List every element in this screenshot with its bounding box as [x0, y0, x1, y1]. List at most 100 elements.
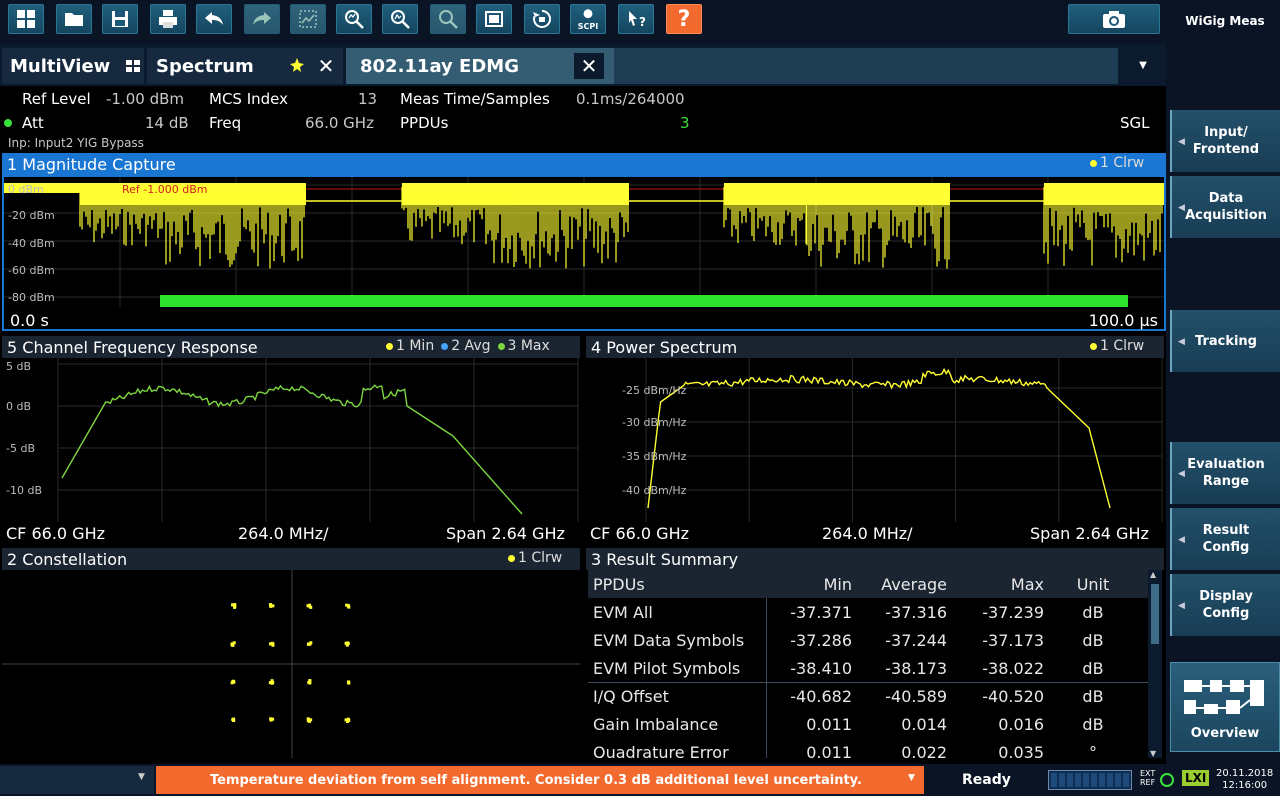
softkey-evaluation-range[interactable]: ◀ Evaluation Range — [1170, 442, 1280, 504]
undo-icon[interactable] — [196, 4, 232, 34]
scroll-down-icon[interactable]: ▼ — [1150, 749, 1156, 758]
ref-level-label: Ref Level — [22, 90, 91, 108]
row-average: -37.316 — [885, 602, 947, 622]
table-row[interactable]: EVM Pilot Symbols -38.410 -38.173 -38.02… — [588, 654, 1148, 682]
column-header: Min — [823, 574, 852, 594]
softkey-label: Tracking — [1195, 333, 1257, 349]
softkey-arrow-icon: ◀ — [1178, 137, 1185, 147]
window-title: 3 Result Summary — [591, 549, 739, 569]
row-unit: dB — [1082, 687, 1104, 706]
softkey-tracking[interactable]: ◀ Tracking — [1170, 310, 1280, 372]
windows-icon[interactable] — [8, 4, 44, 34]
meas-time-label: Meas Time/Samples — [400, 90, 550, 108]
trace-dot — [1090, 159, 1097, 167]
window-title: 4 Power Spectrum — [591, 337, 738, 357]
row-unit: dB — [1082, 630, 1104, 650]
overview-button[interactable]: Overview — [1170, 662, 1280, 752]
status-ready: Ready — [962, 772, 1011, 788]
toolbar: SCPI ? ? WiGig Meas — [0, 0, 1280, 44]
row-average: -40.589 — [885, 687, 947, 706]
screenshot-button[interactable] — [1068, 4, 1160, 34]
tab-spectrum[interactable]: Spectrum ✕ — [147, 48, 343, 84]
constellation-plot[interactable] — [2, 570, 580, 758]
svg-text:?: ? — [639, 15, 646, 29]
dropdown-icon[interactable]: ▼ — [138, 772, 145, 782]
column-divider — [766, 598, 767, 758]
ext-ref-icon — [1160, 773, 1174, 787]
help-button[interactable]: ? — [666, 4, 702, 34]
table-row[interactable]: Gain Imbalance 0.011 0.014 0.016 dB — [588, 710, 1148, 738]
status-time: 12:16:00 — [1222, 780, 1268, 791]
scrollbar-thumb[interactable] — [1151, 584, 1159, 644]
y-tick-label: -40 dBm/Hz — [622, 484, 687, 497]
zoom-off-icon[interactable] — [430, 4, 466, 34]
window-result-summary-title[interactable]: 3 Result Summary — [586, 548, 1164, 570]
trace-legend: 1 Clrw — [508, 550, 562, 566]
status-left-area[interactable]: ▼ — [0, 766, 154, 794]
y-tick-label: -40 dBm — [8, 237, 55, 250]
y-tick-label: -30 dBm/Hz — [622, 416, 687, 429]
zoom-result-icon[interactable] — [382, 4, 418, 34]
window-magnitude-capture-title[interactable]: 1 Magnitude Capture — [2, 153, 1166, 175]
sequence-icon[interactable] — [524, 4, 560, 34]
y-tick-label: -80 dBm — [8, 291, 55, 304]
y-tick-label: 0 dBm — [8, 183, 44, 196]
table-row[interactable]: EVM All -37.371 -37.316 -37.239 dB — [588, 598, 1148, 626]
softkey-arrow-icon: ◀ — [1178, 469, 1185, 479]
overview-diagram-icon — [1184, 680, 1264, 714]
center-frequency-label: CF 66.0 GHz — [6, 524, 105, 543]
row-name: Gain Imbalance — [593, 714, 719, 734]
tab-label: 802.11ay EDMG — [360, 55, 519, 77]
softkey-data-acquisition[interactable]: ◀ Data Acquisition — [1170, 176, 1280, 238]
tab-close-icon[interactable]: ✕ — [311, 53, 341, 79]
help-icon: ? — [677, 6, 691, 32]
status-message[interactable]: Temperature deviation from self alignmen… — [156, 766, 924, 794]
print-icon[interactable] — [150, 4, 186, 34]
zoom-multi-icon[interactable] — [336, 4, 372, 34]
status-bar: ▼ Temperature deviation from self alignm… — [0, 764, 1280, 796]
sopi-icon[interactable]: SCPI — [570, 4, 606, 34]
result-summary-scrollbar[interactable]: ▲ ▼ — [1148, 570, 1162, 758]
tab-multiview[interactable]: MultiView — [2, 48, 144, 84]
softkey-label: Result Config — [1202, 523, 1250, 555]
window-constellation-title[interactable]: 2 Constellation — [2, 548, 580, 570]
redo-icon[interactable] — [244, 4, 280, 34]
ppdus-label: PPDUs — [400, 114, 449, 132]
row-min: -37.286 — [790, 630, 852, 650]
softkey-result-config[interactable]: ◀ Result Config — [1170, 508, 1280, 570]
magnitude-capture-plot[interactable]: 0 dBm -20 dBm -40 dBm -60 dBm -80 dBm Re… — [2, 175, 1166, 331]
mcs-label: MCS Index — [209, 90, 288, 108]
help-pointer-icon[interactable]: ? — [618, 4, 654, 34]
table-row[interactable]: Quadrature Error 0.011 0.022 0.035 ° — [588, 738, 1148, 759]
tab-dropdown-icon[interactable]: ▼ — [1128, 50, 1158, 80]
trace-dot — [497, 342, 505, 350]
frequency-division-label: 264.0 MHz/ — [822, 524, 913, 543]
span-label: Span 2.64 GHz — [1030, 524, 1149, 543]
y-tick-label: -35 dBm/Hz — [622, 450, 687, 463]
trace-legend: 1 Clrw — [1090, 155, 1144, 171]
zoom-area-icon[interactable] — [290, 4, 326, 34]
softkey-display-config[interactable]: ◀ Display Config — [1170, 574, 1280, 636]
row-max: -40.520 — [982, 687, 1044, 706]
trace-legend-label: 3 Max — [507, 338, 550, 354]
softkey-panel: ◀ Input/ Frontend ◀ Data Acquisition ◀ Trac… — [1166, 44, 1280, 764]
y-tick-label: -20 dBm — [8, 209, 55, 222]
fullscreen-icon[interactable] — [476, 4, 512, 34]
power-spectrum-plot[interactable]: -25 dBm/Hz -30 dBm/Hz -35 dBm/Hz -40 dBm… — [586, 358, 1164, 522]
tab-bar-empty-area — [614, 48, 1118, 84]
mcs-value: 13 — [358, 90, 378, 108]
softkey-input-frontend[interactable]: ◀ Input/ Frontend — [1170, 110, 1280, 172]
trace-legend-label: 1 Clrw — [1100, 338, 1145, 354]
tab-close-icon[interactable]: ✕ — [574, 53, 604, 79]
tab-edmg[interactable]: 802.11ay EDMG ✕ — [346, 48, 614, 84]
ref-level-marker-label: Ref -1.000 dBm — [122, 183, 208, 196]
message-dropdown-icon[interactable]: ▼ — [908, 773, 915, 783]
scroll-up-icon[interactable]: ▲ — [1150, 570, 1156, 579]
channel-frequency-response-plot[interactable]: 5 dB 0 dB -5 dB -10 dB — [2, 358, 580, 522]
save-icon[interactable] — [102, 4, 138, 34]
open-folder-icon[interactable] — [56, 4, 92, 34]
trace-legend-label: 2 Avg — [451, 338, 491, 354]
table-row[interactable]: EVM Data Symbols -37.286 -37.244 -37.173… — [588, 626, 1148, 654]
window-power-spectrum-title[interactable]: 4 Power Spectrum — [586, 336, 1164, 358]
table-row[interactable]: I/Q Offset -40.682 -40.589 -40.520 dB — [588, 682, 1148, 710]
